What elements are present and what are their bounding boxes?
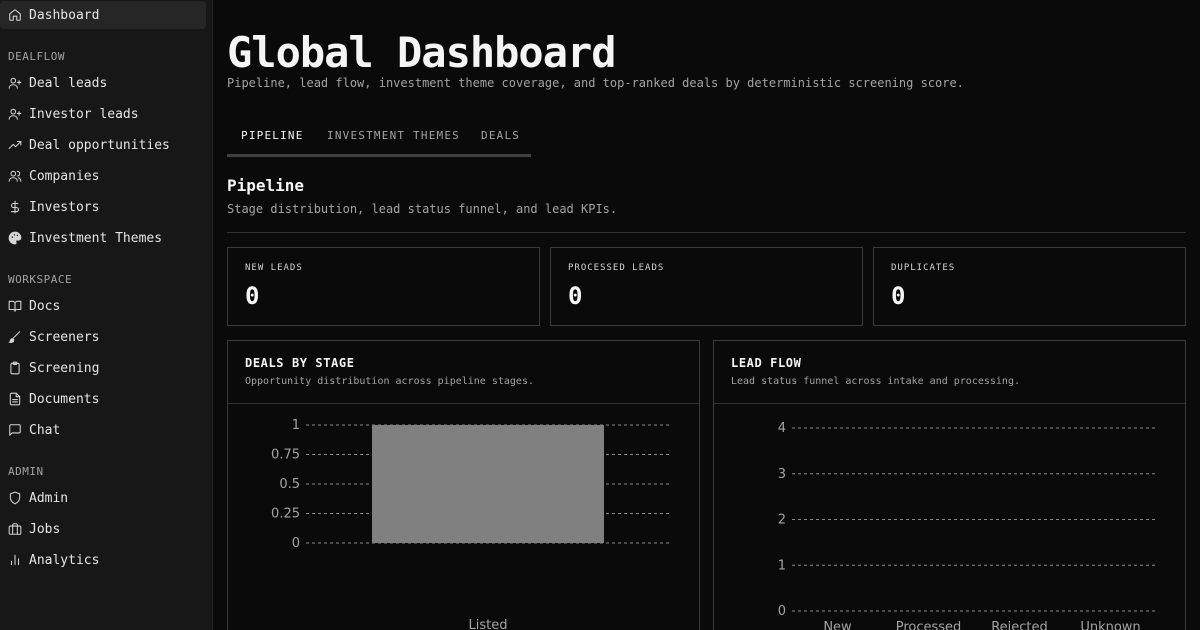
y-tick-label: 3 [778,467,786,482]
deals-by-stage-chart: 0 0.25 0.5 0.75 1 Listed [271,418,670,630]
clipboard-icon [8,361,22,375]
page-title: Global Dashboard [227,28,617,77]
tab-deals[interactable]: DEALS [481,129,520,142]
x-tick-label: Listed [469,618,508,630]
sidebar-item-label: Investment Themes [29,230,163,246]
sidebar-item-chat[interactable]: Chat [0,416,206,444]
shield-icon [8,491,22,505]
dollar-icon [8,200,22,214]
sidebar-item-docs[interactable]: Docs [0,292,206,320]
section-subtitle: Stage distribution, lead status funnel, … [227,202,618,216]
y-tick-label: 4 [778,421,786,436]
x-tick-label: Unknown [1080,620,1140,630]
kpi-card-processed-leads: PROCESSED LEADS 0 [550,247,863,326]
y-tick-label: 2 [778,513,786,528]
kpi-value: 0 [245,282,260,310]
kpi-value: 0 [891,282,906,310]
sidebar-section-title: WORKSPACE [8,273,73,286]
sidebar-item-label: Docs [29,298,61,314]
sidebar-item-investment-themes[interactable]: Investment Themes [0,224,206,252]
sidebar-item-documents[interactable]: Documents [0,385,206,413]
sidebar-item-label: Deal opportunities [29,137,170,153]
x-tick-label: Rejected [991,620,1048,630]
x-tick-label: New [823,620,852,630]
sidebar-item-label: Analytics [29,552,100,568]
kpi-label: DUPLICATES [891,263,956,273]
home-icon [8,8,22,22]
y-tick-label: 0.5 [279,477,300,492]
briefcase-icon [8,522,22,536]
sidebar-item-analytics[interactable]: Analytics [0,546,206,574]
sidebar-section-title: ADMIN [8,465,44,478]
book-open-icon [8,299,22,313]
sidebar-item-screening[interactable]: Screening [0,354,206,382]
kpi-label: NEW LEADS [245,263,303,273]
sidebar-item-label: Admin [29,490,69,506]
sidebar-item-label: Documents [29,391,100,407]
message-square-icon [8,423,22,437]
y-tick-label: 0.25 [271,507,300,522]
tab-bar: PIPELINE INVESTMENT THEMES DEALS [227,120,531,157]
sidebar-item-label: Screeners [29,329,100,345]
y-tick-label: 0 [778,604,786,619]
sidebar-item-label: Chat [29,422,61,438]
sidebar-item-deal-opportunities[interactable]: Deal opportunities [0,131,206,159]
section-title: Pipeline [227,176,305,195]
main-content: Global Dashboard Pipeline, lead flow, in… [214,0,1200,630]
panel-subtitle: Lead status funnel across intake and pro… [731,376,1020,387]
sidebar-item-jobs[interactable]: Jobs [0,515,206,543]
panel-title: LEAD FLOW [731,356,802,370]
panel-title: DEALS BY STAGE [245,356,355,370]
sidebar-item-label: Screening [29,360,100,376]
sidebar-item-investor-leads[interactable]: Investor leads [0,100,206,128]
bar-chart-icon [8,553,22,567]
lead-flow-panel: LEAD FLOW Lead status funnel across inta… [713,340,1186,630]
users-icon [8,169,22,183]
sidebar-item-label: Deal leads [29,75,108,91]
user-plus-icon [8,107,22,121]
kpi-card-duplicates: DUPLICATES 0 [873,247,1186,326]
sidebar-item-label: Companies [29,168,100,184]
page-subtitle: Pipeline, lead flow, investment theme co… [227,76,964,90]
sidebar-item-label: Investor leads [29,106,139,122]
panel-subtitle: Opportunity distribution across pipeline… [245,376,534,387]
y-tick-label: 1 [292,418,300,433]
file-text-icon [8,392,22,406]
sidebar: Dashboard DEALFLOW Deal leads Investor l… [0,0,213,630]
sidebar-item-deal-leads[interactable]: Deal leads [0,69,206,97]
sidebar-item-screeners[interactable]: Screeners [0,323,206,351]
sidebar-item-label: Investors [29,199,100,215]
divider [227,232,1186,233]
panel-header: DEALS BY STAGE Opportunity distribution … [228,341,699,404]
sidebar-item-label: Dashboard [29,7,100,23]
sidebar-section-title: DEALFLOW [8,50,65,63]
brush-icon [8,330,22,344]
sidebar-item-dashboard[interactable]: Dashboard [0,1,206,29]
panel-header: LEAD FLOW Lead status funnel across inta… [714,341,1185,404]
user-plus-icon [8,76,22,90]
sidebar-item-label: Jobs [29,521,61,537]
palette-icon [8,231,22,245]
bar [372,425,604,543]
tab-pipeline[interactable]: PIPELINE [241,129,304,142]
y-tick-label: 0.75 [271,448,300,463]
y-tick-label: 1 [778,558,786,573]
lead-flow-chart: 0 1 2 3 4 New Processed Rejected Unknown [778,421,1156,630]
sidebar-item-admin[interactable]: Admin [0,484,206,512]
sidebar-item-investors[interactable]: Investors [0,193,206,221]
kpi-card-new-leads: NEW LEADS 0 [227,247,540,326]
kpi-label: PROCESSED LEADS [568,263,665,273]
x-tick-label: Processed [896,620,962,630]
kpi-value: 0 [568,282,583,310]
tab-investment-themes[interactable]: INVESTMENT THEMES [327,129,460,142]
deals-by-stage-panel: DEALS BY STAGE Opportunity distribution … [227,340,700,630]
trending-up-icon [8,138,22,152]
sidebar-item-companies[interactable]: Companies [0,162,206,190]
y-tick-label: 0 [292,536,300,551]
